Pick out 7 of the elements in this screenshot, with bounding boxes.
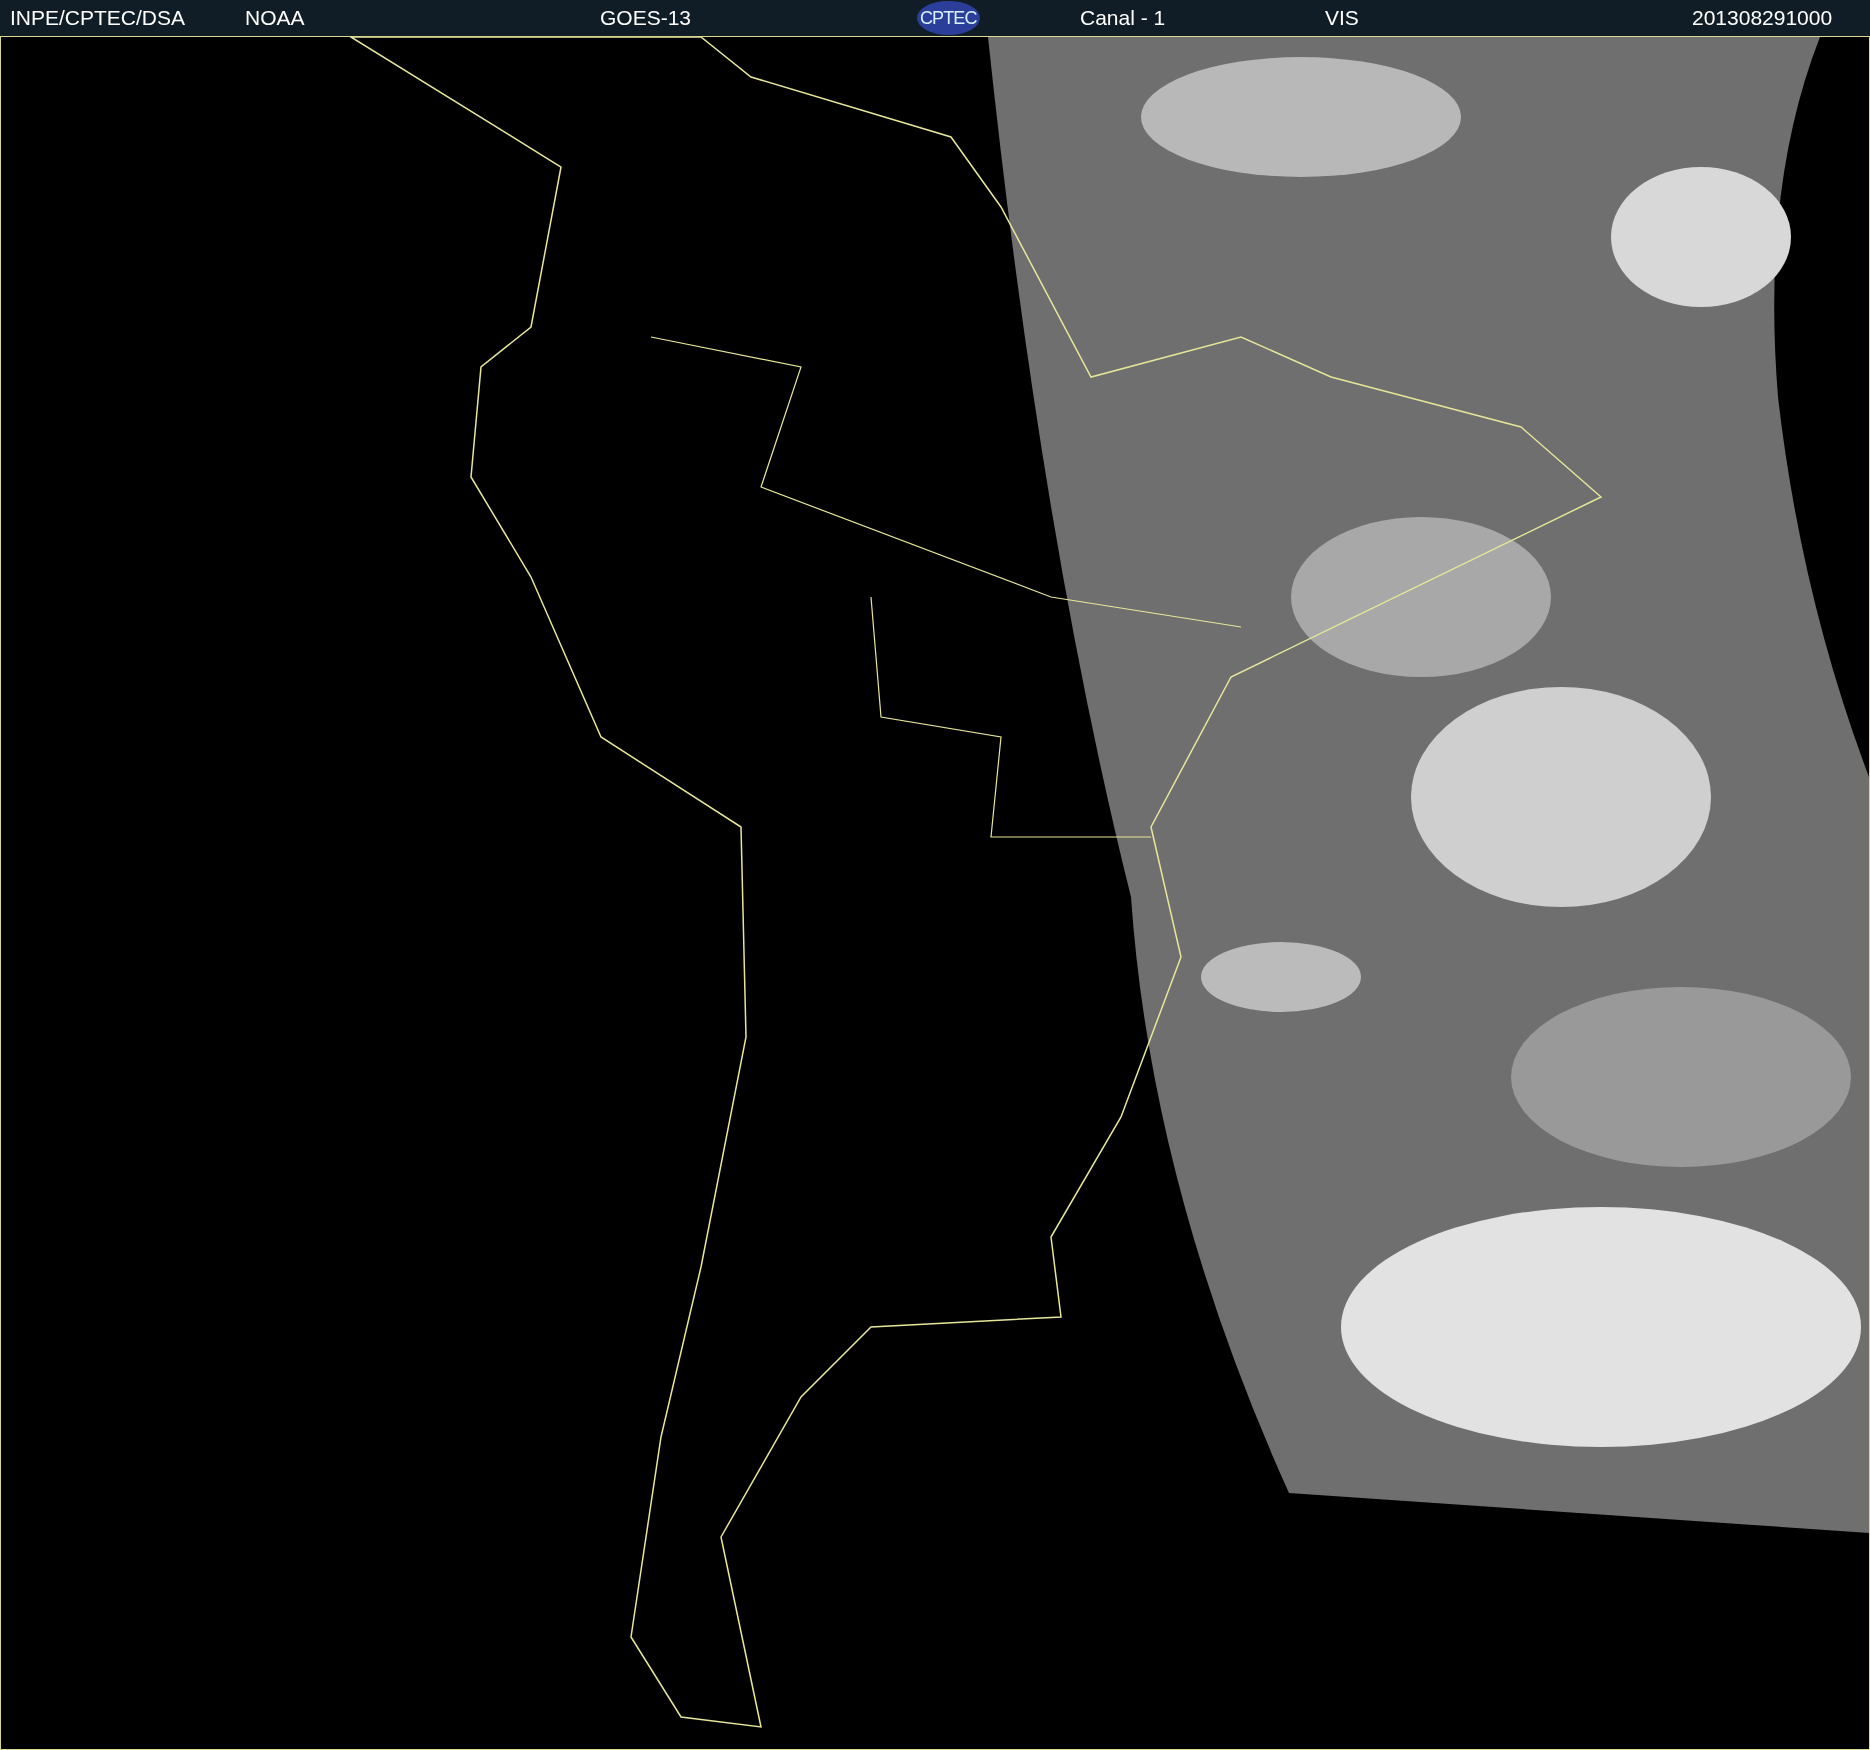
header-label: 201308291000 <box>1692 5 1833 31</box>
header-label: INPE/CPTEC/DSA <box>10 5 186 31</box>
header-label: NOAA <box>245 5 305 31</box>
logo: CPTEC <box>917 1 980 35</box>
header-label: VIS <box>1325 5 1359 31</box>
header-label: Canal - 1 <box>1080 5 1166 31</box>
header-label: GOES-13 <box>600 5 692 31</box>
